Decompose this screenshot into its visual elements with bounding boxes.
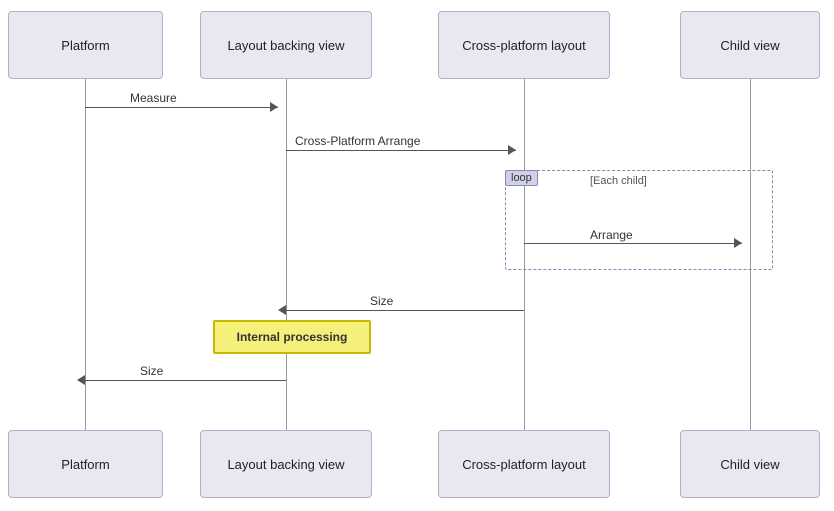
sequence-diagram: Platform Layout backing view Cross-platf… <box>0 0 834 511</box>
measure-label: Measure <box>130 91 177 105</box>
layout-backing-box-bottom: Layout backing view <box>200 430 372 498</box>
size-final-label: Size <box>140 364 163 378</box>
layout-backing-lifeline <box>286 79 287 430</box>
loop-label: loop <box>505 170 538 186</box>
platform-box-bottom: Platform <box>8 430 163 498</box>
arrange-label: Arrange <box>590 228 633 242</box>
child-view-box-bottom: Child view <box>680 430 820 498</box>
size-return-label: Size <box>370 294 393 308</box>
platform-box-top: Platform <box>8 11 163 79</box>
size-final-line <box>85 380 286 381</box>
cross-platform-box-top: Cross-platform layout <box>438 11 610 79</box>
processing-box: Internal processing <box>213 320 371 354</box>
size-return-arrowhead <box>278 305 286 315</box>
size-final-arrowhead <box>77 375 85 385</box>
arrange-cross-arrowhead <box>508 145 516 155</box>
child-view-box-top: Child view <box>680 11 820 79</box>
measure-arrow-line <box>85 107 278 108</box>
arrange-line <box>524 243 742 244</box>
arrange-arrowhead <box>734 238 742 248</box>
size-return-line <box>286 310 524 311</box>
loop-condition: [Each child] <box>590 175 647 187</box>
arrange-cross-label: Cross-Platform Arrange <box>295 134 420 148</box>
platform-lifeline <box>85 79 86 430</box>
arrange-cross-line <box>286 150 516 151</box>
layout-backing-box-top: Layout backing view <box>200 11 372 79</box>
measure-arrowhead <box>270 102 278 112</box>
cross-platform-box-bottom: Cross-platform layout <box>438 430 610 498</box>
